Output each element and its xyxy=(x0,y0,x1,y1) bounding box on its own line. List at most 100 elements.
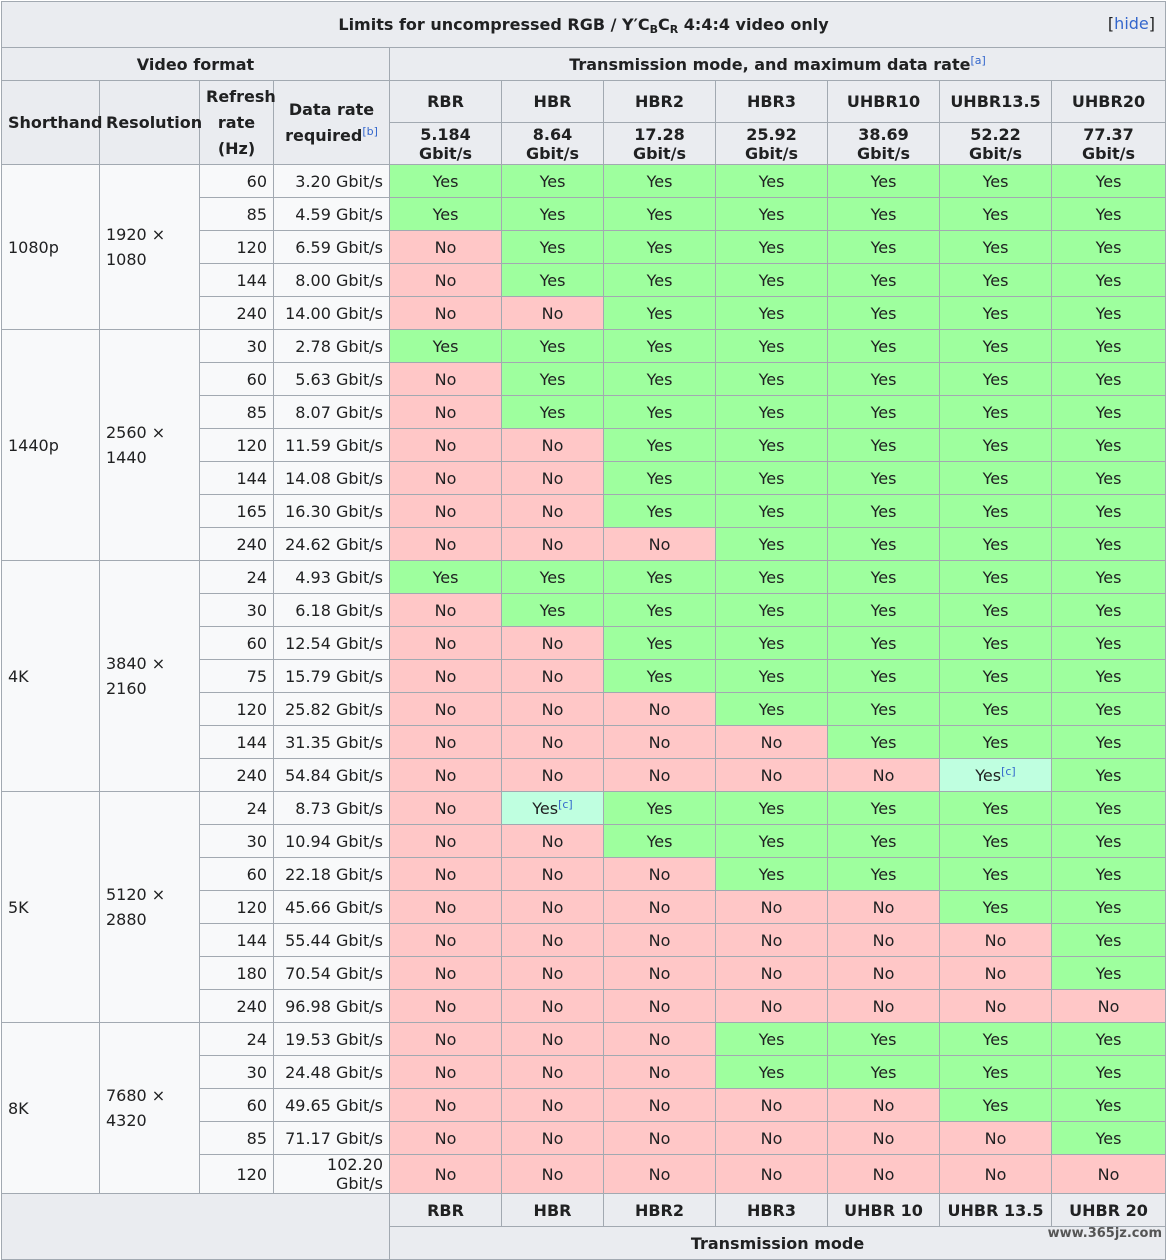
support-cell-yes: Yes xyxy=(603,395,716,429)
refresh-rate-cell: 75 xyxy=(199,659,274,693)
support-cell-yes: Yes xyxy=(827,1022,940,1056)
support-cell-yes: Yes xyxy=(827,593,940,627)
support-cell-yes: Yes xyxy=(501,230,604,264)
support-cell-no: No xyxy=(389,956,502,990)
refresh-rate-cell: 60 xyxy=(199,362,274,396)
support-cell-no: No xyxy=(603,527,716,561)
footer-mode: UHBR 10 xyxy=(827,1193,940,1227)
support-cell-no: No xyxy=(501,461,604,495)
support-cell-no: No xyxy=(389,989,502,1023)
support-cell-no: No xyxy=(389,296,502,330)
support-cell-yes: Yes xyxy=(939,527,1052,561)
support-cell-yes: Yes xyxy=(501,164,604,198)
data-rate-cell: 3.20 Gbit/s xyxy=(273,164,390,198)
support-cell-yes: Yes xyxy=(1050,659,1167,693)
support-cell-yes: Yes xyxy=(715,197,828,231)
support-cell-yes: Yes xyxy=(939,824,1052,858)
support-cell-yes: Yes xyxy=(827,197,940,231)
support-cell-no: No xyxy=(501,1055,604,1089)
data-rate-cell: 15.79 Gbit/s xyxy=(273,659,390,693)
support-cell-no: No xyxy=(715,1088,828,1122)
refresh-rate-cell: 240 xyxy=(199,296,274,330)
data-rate-cell: 19.53 Gbit/s xyxy=(273,1022,390,1056)
support-cell-no: No xyxy=(501,1088,604,1122)
table-row: 1080p 1920 × 1080 60 3.20 Gbit/s Yes Yes Yes Yes… xyxy=(1,164,1167,330)
support-cell-yes: Yes xyxy=(939,560,1052,594)
support-cell-yes: Yes xyxy=(1050,362,1167,396)
support-cell-no: No xyxy=(501,989,604,1023)
refresh-rate-header: Refresh rate (Hz) xyxy=(199,80,276,165)
footnote-b-link[interactable]: [b] xyxy=(362,125,378,138)
data-rate-cell: 10.94 Gbit/s xyxy=(273,824,390,858)
footnote-a-link[interactable]: [a] xyxy=(970,54,985,67)
resolution-cell: 3840 × 2160 xyxy=(99,560,200,792)
mode-name-header: UHBR20 xyxy=(1050,80,1167,123)
support-cell-yes: Yes xyxy=(939,329,1052,363)
support-cell-yes: Yes xyxy=(1050,1055,1167,1089)
support-cell-yes: Yes xyxy=(603,626,716,660)
refresh-rate-cell: 60 xyxy=(199,164,274,198)
resolution-cell: 1920 × 1080 xyxy=(99,164,200,330)
refresh-rate-cell: 85 xyxy=(199,1121,274,1155)
support-cell-no: No xyxy=(501,527,604,561)
support-cell-yes: Yes xyxy=(501,593,604,627)
support-cell-no: No xyxy=(389,461,502,495)
support-cell-no: No xyxy=(827,758,940,792)
support-cell-yes: Yes xyxy=(939,659,1052,693)
support-cell-yes: Yes xyxy=(939,230,1052,264)
support-cell-yes: Yes xyxy=(827,230,940,264)
support-cell-yes: Yes xyxy=(827,659,940,693)
support-cell-yes: Yes xyxy=(1050,164,1167,198)
data-rate-cell: 6.18 Gbit/s xyxy=(273,593,390,627)
hide-toggle[interactable]: [hide] xyxy=(1108,14,1155,33)
support-cell-yes: Yes xyxy=(827,626,940,660)
data-rate-cell: 4.93 Gbit/s xyxy=(273,560,390,594)
refresh-rate-cell: 24 xyxy=(199,1022,274,1056)
footnote-c-link[interactable]: [c] xyxy=(1001,765,1016,778)
video-format-header: Video format xyxy=(1,47,390,81)
support-cell-no: No xyxy=(939,989,1052,1023)
support-cell-yes: Yes xyxy=(827,527,940,561)
support-cell-no: No xyxy=(389,626,502,660)
refresh-rate-cell: 144 xyxy=(199,263,274,297)
footer-mode: UHBR 13.5 xyxy=(939,1193,1052,1227)
support-cell-yes: Yes xyxy=(827,329,940,363)
support-cell-no: No xyxy=(501,296,604,330)
support-cell-no: No xyxy=(827,956,940,990)
data-rate-cell: 54.84 Gbit/s xyxy=(273,758,390,792)
data-rate-cell: 71.17 Gbit/s xyxy=(273,1121,390,1155)
support-cell-yes: Yes xyxy=(603,824,716,858)
support-cell-no: No xyxy=(501,626,604,660)
support-cell-yes: Yes xyxy=(939,461,1052,495)
support-cell-no: No xyxy=(389,1121,502,1155)
support-cell-yes: Yes xyxy=(715,461,828,495)
support-cell-yes: Yes xyxy=(1050,956,1167,990)
support-cell-partial: Yes[c] xyxy=(501,791,604,825)
support-cell-yes: Yes xyxy=(715,494,828,528)
support-cell-yes: Yes xyxy=(1050,461,1167,495)
shorthand-cell: 4K xyxy=(1,560,100,792)
support-cell-no: No xyxy=(389,659,502,693)
table-row: 4K 3840 × 2160 24 4.93 Gbit/s Yes Yes Yes Yes Yes… xyxy=(1,560,1167,792)
support-cell-yes: Yes xyxy=(389,560,502,594)
refresh-rate-cell: 30 xyxy=(199,1055,274,1089)
data-rate-cell: 24.62 Gbit/s xyxy=(273,527,390,561)
data-rate-cell: 55.44 Gbit/s xyxy=(273,923,390,957)
footnote-c-link[interactable]: [c] xyxy=(558,798,573,811)
support-cell-yes: Yes xyxy=(715,362,828,396)
support-cell-yes: Yes xyxy=(1050,923,1167,957)
data-rate-cell: 11.59 Gbit/s xyxy=(273,428,390,462)
support-cell-yes: Yes xyxy=(939,1022,1052,1056)
table-body: 1080p 1920 × 1080 60 3.20 Gbit/s Yes Yes Yes Yes… xyxy=(1,164,1167,1194)
support-cell-no: No xyxy=(389,857,502,891)
refresh-rate-cell: 144 xyxy=(199,923,274,957)
support-cell-no: No xyxy=(389,758,502,792)
support-cell-no: No xyxy=(501,890,604,924)
resolution-cell: 5120 × 2880 xyxy=(99,791,200,1023)
support-cell-no: No xyxy=(389,890,502,924)
support-cell-no: No xyxy=(603,956,716,990)
support-cell-no: No xyxy=(389,428,502,462)
hide-link[interactable]: hide xyxy=(1114,14,1149,33)
support-cell-yes: Yes xyxy=(827,857,940,891)
support-cell-yes: Yes xyxy=(1050,395,1167,429)
